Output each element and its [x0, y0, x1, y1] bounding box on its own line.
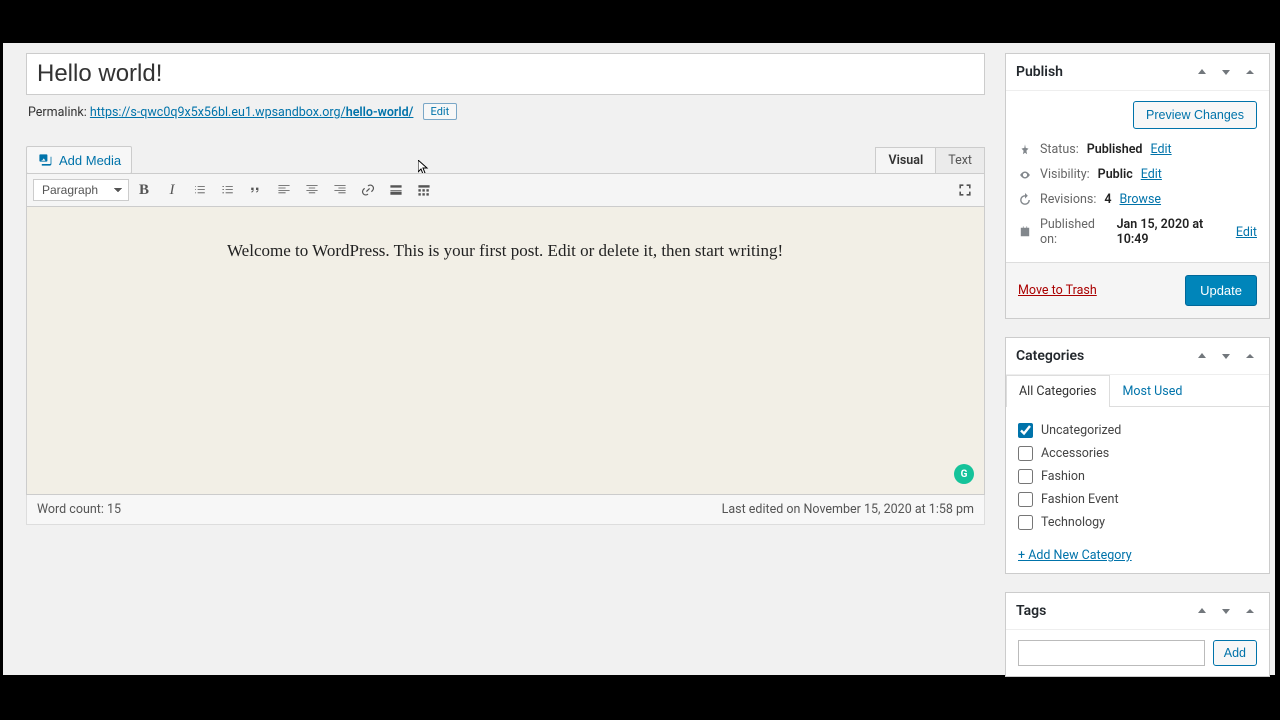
fullscreen-button[interactable] — [952, 178, 978, 202]
categories-metabox: Categories All Categories Most Used Unca… — [1005, 337, 1270, 574]
toggle-panel-icon[interactable] — [1241, 63, 1259, 81]
publish-heading: Publish — [1016, 64, 1063, 80]
media-icon — [37, 152, 53, 168]
toggle-panel-icon[interactable] — [1241, 602, 1259, 620]
category-item[interactable]: Uncategorized — [1018, 419, 1257, 442]
publish-metabox: Publish Preview Changes Status: Publishe… — [1005, 53, 1270, 319]
permalink-label: Permalink: — [28, 105, 87, 120]
visibility-row: Visibility: Public Edit — [1018, 162, 1257, 187]
preview-changes-button[interactable]: Preview Changes — [1133, 101, 1257, 129]
editor-canvas[interactable]: Welcome to WordPress. This is your first… — [26, 207, 985, 495]
move-down-icon[interactable] — [1217, 347, 1235, 365]
editor-toolbar: Paragraph B I — [26, 173, 985, 207]
category-item[interactable]: Technology — [1018, 511, 1257, 534]
toolbar-toggle-button[interactable] — [411, 178, 437, 202]
last-edited: Last edited on November 15, 2020 at 1:58… — [722, 502, 974, 517]
move-up-icon[interactable] — [1193, 347, 1211, 365]
move-down-icon[interactable] — [1217, 602, 1235, 620]
tab-visual[interactable]: Visual — [875, 147, 936, 174]
numbered-list-button[interactable] — [215, 178, 241, 202]
revisions-browse-link[interactable]: Browse — [1120, 192, 1162, 207]
italic-button[interactable]: I — [159, 178, 185, 202]
category-checkbox[interactable] — [1018, 515, 1033, 530]
pin-icon — [1018, 143, 1032, 157]
categories-heading: Categories — [1016, 348, 1084, 364]
permalink-row: Permalink: https://s-qwc0q9x5x56bl.eu1.w… — [26, 95, 985, 128]
bullet-list-button[interactable] — [187, 178, 213, 202]
visibility-edit-link[interactable]: Edit — [1141, 167, 1162, 182]
eye-icon — [1018, 168, 1032, 182]
insert-more-button[interactable] — [383, 178, 409, 202]
move-up-icon[interactable] — [1193, 602, 1211, 620]
category-checkbox[interactable] — [1018, 446, 1033, 461]
calendar-icon — [1018, 225, 1032, 239]
tags-input[interactable] — [1018, 640, 1205, 666]
move-down-icon[interactable] — [1217, 63, 1235, 81]
editor-mode-tabs: Visual Text — [876, 147, 985, 174]
add-tag-button[interactable]: Add — [1213, 640, 1257, 666]
add-media-label: Add Media — [59, 153, 121, 168]
editor-footer: Word count: 15 Last edited on November 1… — [26, 495, 985, 525]
align-right-button[interactable] — [327, 178, 353, 202]
post-title-input[interactable] — [37, 60, 974, 88]
align-center-button[interactable] — [299, 178, 325, 202]
add-media-button[interactable]: Add Media — [26, 146, 132, 174]
category-item[interactable]: Accessories — [1018, 442, 1257, 465]
tags-heading: Tags — [1016, 603, 1046, 619]
move-up-icon[interactable] — [1193, 63, 1211, 81]
permalink-url[interactable]: https://s-qwc0q9x5x56bl.eu1.wpsandbox.or… — [90, 105, 414, 120]
published-edit-link[interactable]: Edit — [1236, 225, 1257, 240]
bold-button[interactable]: B — [131, 178, 157, 202]
tab-all-categories[interactable]: All Categories — [1006, 375, 1110, 407]
status-edit-link[interactable]: Edit — [1150, 142, 1171, 157]
category-checkbox[interactable] — [1018, 423, 1033, 438]
published-date-row: Published on: Jan 15, 2020 at 10:49 Edit — [1018, 212, 1257, 252]
category-checkbox[interactable] — [1018, 469, 1033, 484]
tab-most-used-categories[interactable]: Most Used — [1110, 375, 1196, 407]
blockquote-button[interactable] — [243, 178, 269, 202]
grammarly-badge-icon[interactable]: G — [954, 464, 974, 484]
move-to-trash-link[interactable]: Move to Trash — [1018, 283, 1097, 298]
category-item[interactable]: Fashion Event — [1018, 488, 1257, 511]
paragraph-format-select[interactable]: Paragraph — [33, 179, 129, 201]
category-list: Uncategorized Accessories Fashion Fashio… — [1018, 417, 1257, 540]
permalink-edit-button[interactable]: Edit — [423, 103, 458, 120]
add-new-category-link[interactable]: + Add New Category — [1018, 548, 1132, 563]
update-button[interactable]: Update — [1185, 275, 1257, 306]
toggle-panel-icon[interactable] — [1241, 347, 1259, 365]
post-title-wrap[interactable] — [26, 53, 985, 95]
status-row: Status: Published Edit — [1018, 137, 1257, 162]
category-item[interactable]: Fashion — [1018, 465, 1257, 488]
category-checkbox[interactable] — [1018, 492, 1033, 507]
history-icon — [1018, 193, 1032, 207]
align-left-button[interactable] — [271, 178, 297, 202]
revisions-row: Revisions: 4 Browse — [1018, 187, 1257, 212]
insert-link-button[interactable] — [355, 178, 381, 202]
tab-text[interactable]: Text — [935, 147, 985, 174]
post-content[interactable]: Welcome to WordPress. This is your first… — [227, 237, 787, 266]
word-count: Word count: 15 — [37, 502, 121, 517]
tags-metabox: Tags Add — [1005, 592, 1270, 677]
